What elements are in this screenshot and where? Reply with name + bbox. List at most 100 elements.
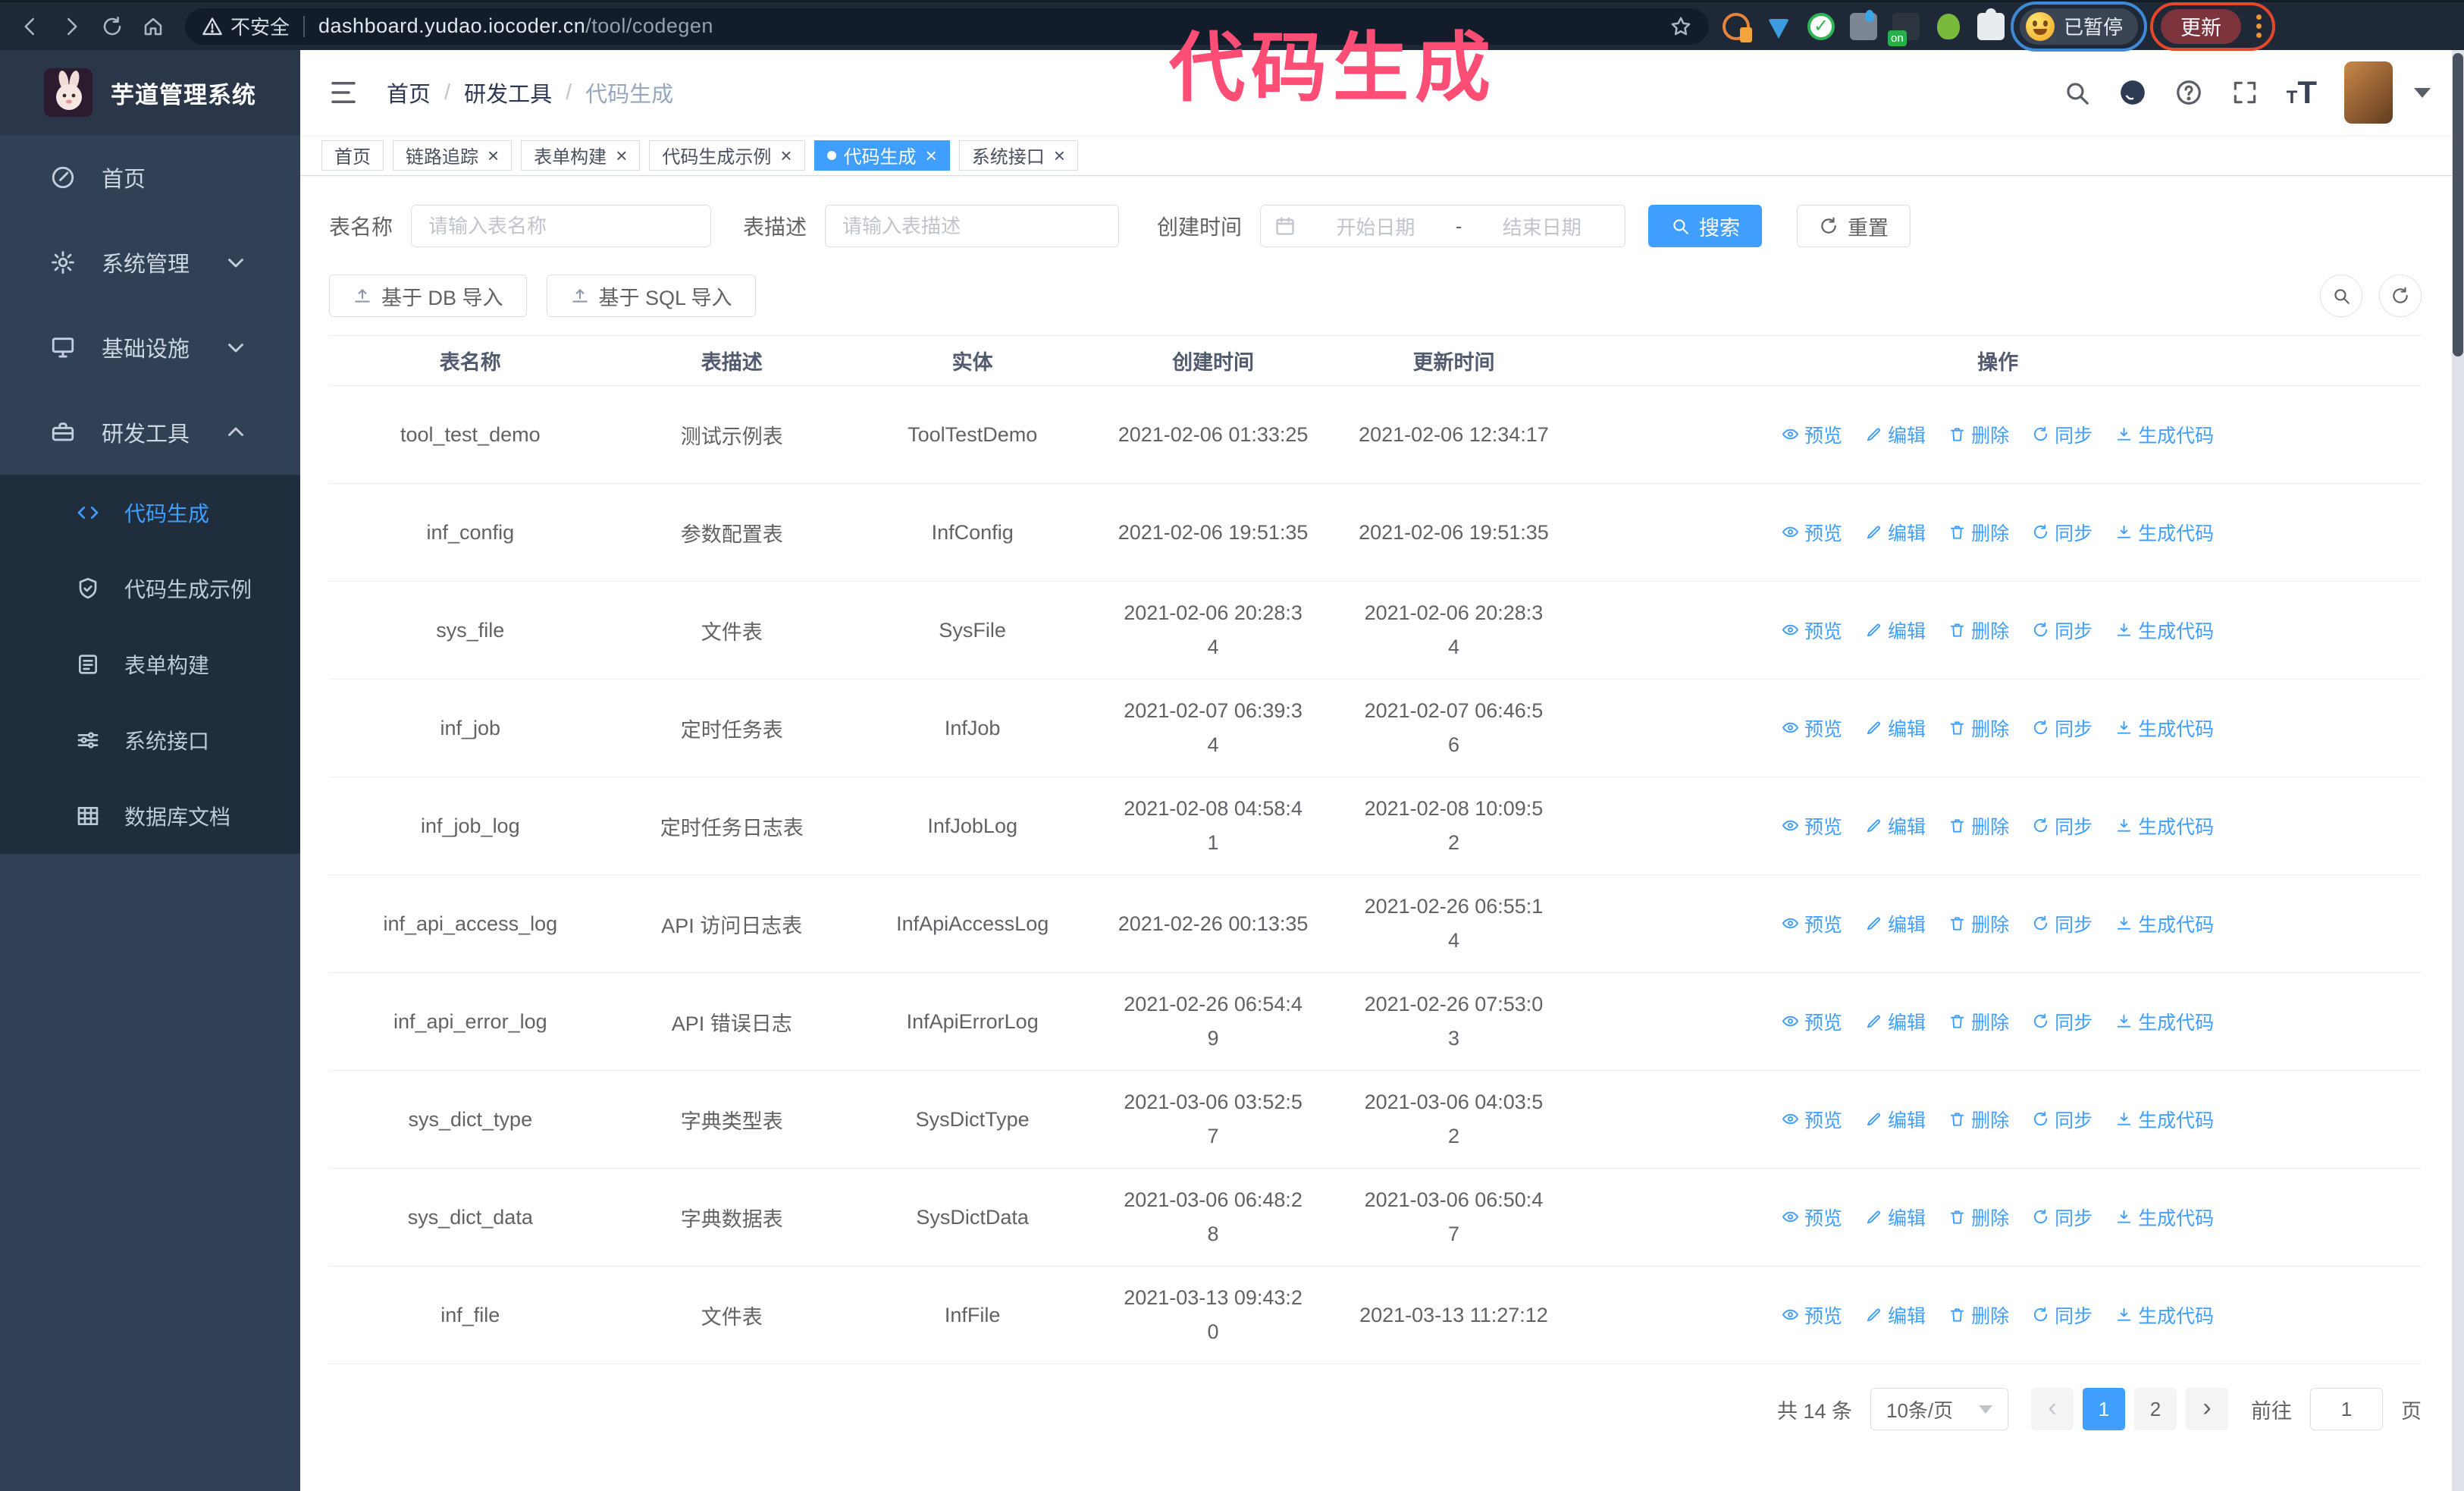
browser-update-button[interactable]: 更新 — [2161, 8, 2242, 44]
action-edit-link[interactable]: 编辑 — [1865, 519, 1926, 546]
action-generate-link[interactable]: 生成代码 — [2115, 1106, 2214, 1133]
sidebar-subitem-form-builder[interactable]: 表单构建 — [0, 626, 300, 702]
action-edit-link[interactable]: 编辑 — [1865, 714, 1926, 742]
sidebar-subitem-system-api[interactable]: 系统接口 — [0, 702, 300, 778]
action-sync-link[interactable]: 同步 — [2032, 617, 2093, 644]
action-delete-link[interactable]: 删除 — [1948, 1008, 2009, 1035]
table-desc-input[interactable] — [825, 205, 1120, 247]
tab-链路追踪[interactable]: 链路追踪 × — [393, 140, 513, 171]
action-generate-link[interactable]: 生成代码 — [2115, 910, 2214, 937]
action-preview-link[interactable]: 预览 — [1782, 1008, 1842, 1035]
action-generate-link[interactable]: 生成代码 — [2115, 714, 2214, 742]
action-preview-link[interactable]: 预览 — [1782, 1301, 1842, 1329]
action-sync-link[interactable]: 同步 — [2032, 812, 2093, 840]
close-tab-icon[interactable]: × — [1054, 146, 1065, 165]
close-tab-icon[interactable]: × — [780, 146, 792, 165]
extension-orange-icon[interactable] — [1723, 12, 1752, 42]
search-button[interactable]: 搜索 — [1648, 205, 1763, 247]
action-preview-link[interactable]: 预览 — [1782, 519, 1842, 546]
extension-gem-icon[interactable] — [1765, 13, 1792, 40]
search-icon[interactable] — [2062, 78, 2091, 107]
action-generate-link[interactable]: 生成代码 — [2115, 1008, 2214, 1035]
page-size-select[interactable]: 10条/页 — [1870, 1388, 2008, 1430]
action-delete-link[interactable]: 删除 — [1948, 812, 2009, 840]
toggle-search-button[interactable] — [2320, 275, 2362, 317]
tab-首页[interactable]: 首页 — [321, 140, 384, 171]
sidebar-item-devtools[interactable]: 研发工具 — [0, 390, 300, 475]
close-tab-icon[interactable]: × — [487, 146, 499, 165]
sidebar-subitem-db-doc[interactable]: 数据库文档 — [0, 778, 300, 854]
action-delete-link[interactable]: 删除 — [1948, 714, 2009, 742]
import-sql-button[interactable]: 基于 SQL 导入 — [546, 275, 756, 317]
address-bar[interactable]: 不安全 dashboard.yudao.iocoder.cn/tool/code… — [185, 8, 1709, 45]
sidebar-subitem-codegen-example[interactable]: 代码生成示例 — [0, 551, 300, 626]
action-sync-link[interactable]: 同步 — [2032, 1301, 2093, 1329]
action-sync-link[interactable]: 同步 — [2032, 421, 2093, 448]
action-preview-link[interactable]: 预览 — [1782, 617, 1842, 644]
action-preview-link[interactable]: 预览 — [1782, 714, 1842, 742]
action-delete-link[interactable]: 删除 — [1948, 1106, 2009, 1133]
extension-check-icon[interactable]: ✓ — [1807, 12, 1835, 40]
action-edit-link[interactable]: 编辑 — [1865, 1204, 1926, 1231]
sidebar-item-infra[interactable]: 基础设施 — [0, 305, 300, 390]
action-generate-link[interactable]: 生成代码 — [2115, 519, 2214, 546]
sidebar-subitem-codegen[interactable]: 代码生成 — [0, 475, 300, 551]
action-preview-link[interactable]: 预览 — [1782, 1204, 1842, 1231]
action-preview-link[interactable]: 预览 — [1782, 812, 1842, 840]
scrollbar-thumb[interactable] — [2453, 53, 2463, 356]
action-generate-link[interactable]: 生成代码 — [2115, 1204, 2214, 1231]
sidebar-item-system[interactable]: 系统管理 — [0, 220, 300, 305]
breadcrumb-item[interactable]: 研发工具 — [464, 77, 552, 108]
font-size-icon[interactable]: TT — [2287, 77, 2317, 108]
import-db-button[interactable]: 基于 DB 导入 — [329, 275, 527, 317]
action-preview-link[interactable]: 预览 — [1782, 421, 1842, 448]
browser-home-button[interactable] — [135, 8, 171, 45]
action-delete-link[interactable]: 删除 — [1948, 1204, 2009, 1231]
goto-page-input[interactable] — [2310, 1388, 2383, 1430]
extension-grid-icon[interactable] — [1850, 9, 1877, 40]
prev-page-button[interactable]: ‹ — [2031, 1388, 2074, 1430]
action-edit-link[interactable]: 编辑 — [1865, 910, 1926, 937]
date-range-picker[interactable]: 开始日期 - 结束日期 — [1260, 205, 1626, 247]
action-edit-link[interactable]: 编辑 — [1865, 812, 1926, 840]
action-edit-link[interactable]: 编辑 — [1865, 617, 1926, 644]
action-preview-link[interactable]: 预览 — [1782, 910, 1842, 937]
close-tab-icon[interactable]: × — [616, 146, 627, 165]
chevron-down-icon[interactable] — [2414, 87, 2431, 98]
page-scrollbar[interactable] — [2452, 50, 2464, 1491]
sidebar-item-home[interactable]: 首页 — [0, 135, 300, 220]
action-delete-link[interactable]: 删除 — [1948, 1301, 2009, 1329]
action-delete-link[interactable]: 删除 — [1948, 617, 2009, 644]
fullscreen-icon[interactable] — [2230, 78, 2259, 107]
tab-代码生成示例[interactable]: 代码生成示例 × — [649, 140, 805, 171]
action-sync-link[interactable]: 同步 — [2032, 1204, 2093, 1231]
bookmark-star-icon[interactable] — [1669, 15, 1692, 38]
action-edit-link[interactable]: 编辑 — [1865, 1106, 1926, 1133]
extension-person-icon[interactable] — [1935, 13, 1962, 40]
tab-系统接口[interactable]: 系统接口 × — [958, 140, 1078, 171]
action-generate-link[interactable]: 生成代码 — [2115, 812, 2214, 840]
breadcrumb-item[interactable]: 首页 — [387, 77, 431, 108]
user-avatar[interactable] — [2344, 61, 2393, 124]
refresh-table-button[interactable] — [2379, 275, 2422, 317]
browser-menu-kebab-icon[interactable] — [2253, 11, 2265, 41]
page-button-2[interactable]: 2 — [2134, 1388, 2177, 1430]
tab-表单构建[interactable]: 表单构建 × — [521, 140, 641, 171]
action-sync-link[interactable]: 同步 — [2032, 714, 2093, 742]
close-tab-icon[interactable]: × — [926, 146, 937, 165]
action-edit-link[interactable]: 编辑 — [1865, 1008, 1926, 1035]
action-delete-link[interactable]: 删除 — [1948, 421, 2009, 448]
help-icon[interactable] — [2174, 78, 2203, 107]
action-preview-link[interactable]: 预览 — [1782, 1106, 1842, 1133]
action-generate-link[interactable]: 生成代码 — [2115, 421, 2214, 448]
action-sync-link[interactable]: 同步 — [2032, 519, 2093, 546]
github-icon[interactable] — [2118, 78, 2147, 107]
action-sync-link[interactable]: 同步 — [2032, 910, 2093, 937]
action-sync-link[interactable]: 同步 — [2032, 1106, 2093, 1133]
extensions-puzzle-icon[interactable] — [1977, 8, 2005, 40]
action-sync-link[interactable]: 同步 — [2032, 1008, 2093, 1035]
tab-代码生成[interactable]: 代码生成 × — [813, 140, 950, 171]
action-delete-link[interactable]: 删除 — [1948, 519, 2009, 546]
next-page-button[interactable]: › — [2186, 1388, 2228, 1430]
browser-forward-button[interactable] — [53, 8, 89, 45]
